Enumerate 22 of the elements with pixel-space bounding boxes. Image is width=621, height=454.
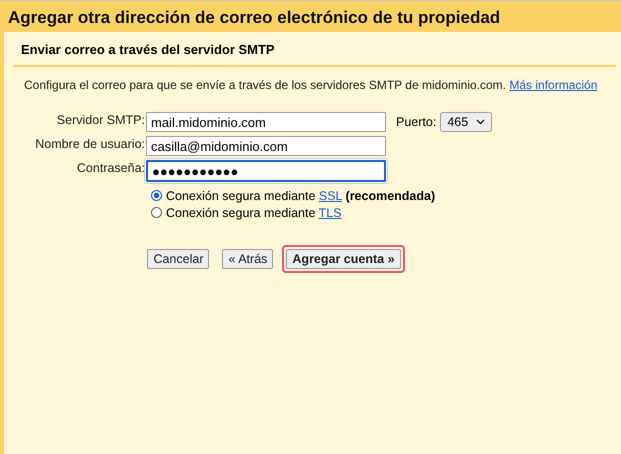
field-label: Contraseña: <box>76 160 145 175</box>
description-text: Configura el correo para que se envíe a través de los servidores SMTP de midominio.com. Más información <box>23 77 598 93</box>
password-field[interactable]: ●●●●●●●●●●● <box>146 160 386 182</box>
text-field[interactable]: casilla@midominio.com <box>146 136 386 156</box>
protocol-link[interactable]: TLS <box>318 206 342 220</box>
back-button[interactable]: « Atrás <box>222 249 274 269</box>
dialog-title: Agregar otra dirección de correo electrónico de tu propiedad <box>7 7 502 29</box>
radio-button[interactable] <box>151 190 162 201</box>
field-label: Servidor SMTP: <box>56 112 145 127</box>
add-account-button[interactable]: Agregar cuenta » <box>286 249 401 269</box>
port-label: Puerto: <box>396 115 436 129</box>
cancel-button[interactable]: Cancelar <box>147 249 210 269</box>
more-info-link[interactable]: Más información <box>509 78 598 92</box>
port-dropdown[interactable]: 465 <box>440 112 492 132</box>
radio-label: Conexión segura mediante SSL (recomendada) <box>166 188 436 202</box>
caret-icon <box>476 119 486 125</box>
radio-label: Conexión segura mediante TLS <box>166 206 342 220</box>
field-label: Nombre de usuario: <box>34 136 145 151</box>
radio-button[interactable] <box>151 207 162 218</box>
section-heading: Enviar correo a través del servidor SMTP <box>13 32 616 67</box>
text-field[interactable]: mail.midominio.com <box>146 112 386 132</box>
protocol-link[interactable]: SSL <box>318 188 342 202</box>
